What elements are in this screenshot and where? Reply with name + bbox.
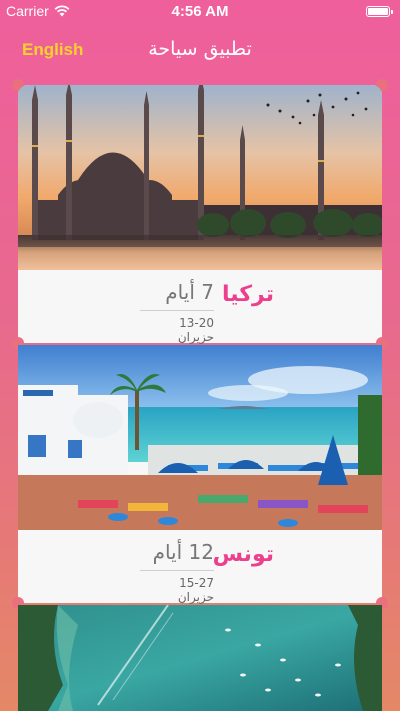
status-bar: Carrier 4:56 AM bbox=[0, 0, 400, 22]
status-right bbox=[366, 6, 393, 17]
battery-icon bbox=[366, 6, 393, 17]
nav-bar: English تطبيق سياحة bbox=[0, 22, 400, 80]
trip-duration: 7 أيام bbox=[140, 280, 214, 311]
trip-card-tunisia[interactable]: 12 أيام 15-27 حزيران تونس bbox=[12, 345, 388, 609]
trip-photo-coast bbox=[18, 345, 382, 530]
trip-info: 7 أيام 13-20 حزيران تركيا bbox=[18, 270, 382, 344]
page-title: تطبيق سياحة bbox=[148, 38, 252, 60]
trip-duration: 12 أيام bbox=[140, 540, 214, 571]
status-time: 4:56 AM bbox=[171, 3, 229, 20]
trip-photo-aerial bbox=[18, 605, 382, 711]
trip-card-third[interactable] bbox=[18, 605, 382, 711]
trip-dates: 15-27 حزيران bbox=[177, 576, 214, 604]
trip-dates: 13-20 حزيران bbox=[177, 316, 214, 344]
trip-destination: تركيا bbox=[222, 282, 274, 307]
trip-destination: تونس bbox=[212, 542, 274, 567]
trip-photo-mosque bbox=[18, 85, 382, 270]
trip-info: 12 أيام 15-27 حزيران تونس bbox=[18, 530, 382, 604]
trip-card-turkey[interactable]: 7 أيام 13-20 حزيران تركيا bbox=[12, 79, 388, 349]
